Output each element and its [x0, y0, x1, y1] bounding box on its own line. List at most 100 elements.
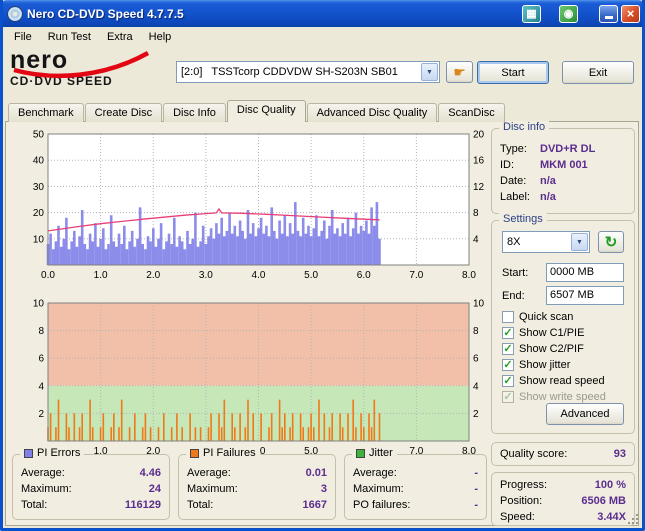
- svg-text:16: 16: [473, 156, 485, 167]
- window-title: Nero CD-DVD Speed 4.7.7.5: [27, 6, 184, 21]
- svg-text:20: 20: [33, 208, 45, 219]
- app-disc-icon: [7, 5, 23, 22]
- titlebar-extra-button-2[interactable]: ◉: [559, 4, 578, 23]
- scan-speed-select[interactable]: 8X ▼: [502, 231, 590, 253]
- svg-text:6: 6: [473, 354, 479, 365]
- svg-text:10: 10: [33, 234, 45, 245]
- speed-row: Speed: 3.44X: [500, 511, 626, 523]
- refresh-speeds-button[interactable]: ↻: [598, 231, 624, 253]
- svg-text:7.0: 7.0: [409, 270, 423, 281]
- svg-text:40: 40: [33, 156, 45, 167]
- title-bar: Nero CD-DVD Speed 4.7.7.5 ▦ ◉ ×: [0, 0, 645, 27]
- tab-create-disc[interactable]: Create Disc: [84, 103, 163, 122]
- pi-errors-legend-icon: [24, 448, 33, 458]
- checkbox-show-c2-pif[interactable]: ✓ Show C2/PIF: [502, 341, 606, 357]
- tab-scandisc[interactable]: ScanDisc: [438, 103, 505, 122]
- hand-icon: ☛: [453, 63, 466, 80]
- disc-info-row-id: ID: MKM 001: [500, 159, 588, 171]
- drive-options-button[interactable]: ☛: [446, 61, 473, 83]
- menu-file[interactable]: File: [6, 29, 40, 45]
- drive-select[interactable]: [2:0] TSSTcorp CDDVDW SH-S203N SB01 ▼: [176, 61, 440, 83]
- svg-text:2: 2: [473, 409, 479, 420]
- advanced-button[interactable]: Advanced: [546, 403, 624, 425]
- menu-extra[interactable]: Extra: [99, 29, 141, 45]
- scan-speed-value: 8X: [507, 236, 521, 248]
- checkbox-icon: ✓: [502, 342, 514, 355]
- tab-advanced-disc-quality[interactable]: Advanced Disc Quality: [306, 103, 438, 122]
- disc-info-row-label: Label: n/a: [500, 191, 556, 203]
- svg-text:2.0: 2.0: [146, 270, 160, 281]
- pi-failures-legend-icon: [190, 448, 199, 458]
- svg-text:30: 30: [33, 182, 45, 193]
- svg-text:12: 12: [473, 182, 485, 193]
- svg-text:2: 2: [38, 409, 44, 420]
- svg-text:10: 10: [33, 299, 45, 310]
- svg-text:20: 20: [473, 130, 485, 141]
- svg-text:4.0: 4.0: [252, 270, 266, 281]
- svg-text:50: 50: [33, 130, 45, 141]
- svg-text:3.0: 3.0: [199, 270, 213, 281]
- svg-text:6: 6: [38, 354, 44, 365]
- drive-select-value: [2:0] TSSTcorp CDDVDW SH-S203N SB01: [181, 66, 398, 78]
- start-button[interactable]: Start: [477, 61, 549, 84]
- svg-text:10: 10: [473, 299, 485, 310]
- refresh-icon: ↻: [604, 234, 618, 251]
- minimize-icon: [604, 16, 613, 19]
- disc-quality-panel: 10 20 30 40 50 4 8 12 16 20 0.0 1.0 2.0 3.0 4.0 5.0 6.0 7…: [5, 121, 639, 526]
- close-icon: ×: [626, 6, 635, 21]
- disc-info-row-type: Type: DVD+R DL: [500, 143, 596, 155]
- charts-area: 10 20 30 40 50 4 8 12 16 20 0.0 1.0 2.0 3.0 4.0 5.0 6.0 7…: [8, 128, 486, 461]
- svg-text:8: 8: [473, 208, 479, 219]
- position-row: Position: 6506 MB: [500, 495, 626, 507]
- svg-text:4: 4: [38, 381, 44, 392]
- close-button[interactable]: ×: [621, 4, 640, 23]
- checkbox-icon: ✓: [502, 374, 514, 387]
- svg-text:8.0: 8.0: [462, 270, 476, 281]
- disc-icon: ◉: [563, 8, 574, 20]
- end-position-input[interactable]: 6507 MB: [546, 286, 624, 305]
- disc-info-title: Disc info: [499, 121, 550, 133]
- checkbox-icon: ✓: [502, 326, 514, 339]
- svg-text:1.0: 1.0: [94, 270, 108, 281]
- nero-swoosh-icon: [13, 51, 150, 79]
- minimize-button[interactable]: [599, 4, 618, 23]
- titlebar-extra-button-1[interactable]: ▦: [522, 4, 541, 23]
- checkbox-icon: ✓: [502, 390, 514, 403]
- checkbox-show-c1-pie[interactable]: ✓ Show C1/PIE: [502, 325, 606, 341]
- quality-score-group: Quality score: 93: [491, 442, 635, 466]
- menu-run-test[interactable]: Run Test: [40, 29, 99, 45]
- app-window: Nero CD-DVD Speed 4.7.7.5 ▦ ◉ × File Run…: [0, 0, 645, 531]
- exit-button[interactable]: Exit: [562, 61, 634, 84]
- tab-disc-info[interactable]: Disc Info: [163, 103, 226, 122]
- pi-failures-stats: PI Failures Average: 0.01 Maximum: 3 Total…: [178, 447, 336, 520]
- quality-score-row: Quality score: 93: [500, 448, 626, 460]
- checkbox-show-read-speed[interactable]: ✓ Show read speed: [502, 373, 606, 389]
- tab-strip: Benchmark Create Disc Disc Info Disc Qua…: [8, 100, 506, 122]
- progress-row: Progress: 100 %: [500, 479, 626, 491]
- progress-group: Progress: 100 % Position: 6506 MB Speed:…: [491, 472, 635, 526]
- svg-text:8: 8: [38, 326, 44, 337]
- svg-text:4: 4: [473, 381, 479, 392]
- chevron-down-icon[interactable]: ▼: [571, 233, 588, 251]
- pi-failures-chart: 2468102468100.01.02.03.04.05.06.07.08.0: [33, 299, 485, 457]
- nero-logo: nero CD·DVD SPEED: [10, 48, 172, 96]
- svg-text:0.0: 0.0: [41, 270, 55, 281]
- chevron-down-icon[interactable]: ▼: [421, 63, 438, 81]
- settings-group: Settings 8X ▼ ↻ Start: 0000 MB End: 6507…: [491, 213, 635, 434]
- start-position-input[interactable]: 0000 MB: [546, 263, 624, 282]
- svg-text:8: 8: [473, 326, 479, 337]
- svg-text:6.0: 6.0: [357, 270, 371, 281]
- checkbox-icon: ✓: [502, 311, 514, 323]
- menu-bar: File Run Test Extra Help: [3, 27, 642, 47]
- tab-disc-quality[interactable]: Disc Quality: [226, 100, 306, 122]
- jitter-legend-icon: [356, 448, 365, 458]
- checkbox-show-jitter[interactable]: ✓ Show jitter: [502, 357, 606, 373]
- checkbox-quick-scan[interactable]: ✓ Quick scan: [502, 309, 606, 325]
- disc-info-group: Disc info Type: DVD+R DL ID: MKM 001 Dat…: [491, 121, 635, 214]
- tab-benchmark[interactable]: Benchmark: [8, 103, 84, 122]
- menu-help[interactable]: Help: [141, 29, 180, 45]
- resize-grip[interactable]: [627, 513, 640, 526]
- jitter-stats: Jitter Average: - Maximum: - PO failures: -: [344, 447, 487, 520]
- pi-errors-stats: PI Errors Average: 4.46 Maximum: 24 Total:…: [12, 447, 170, 520]
- settings-title: Settings: [499, 213, 547, 225]
